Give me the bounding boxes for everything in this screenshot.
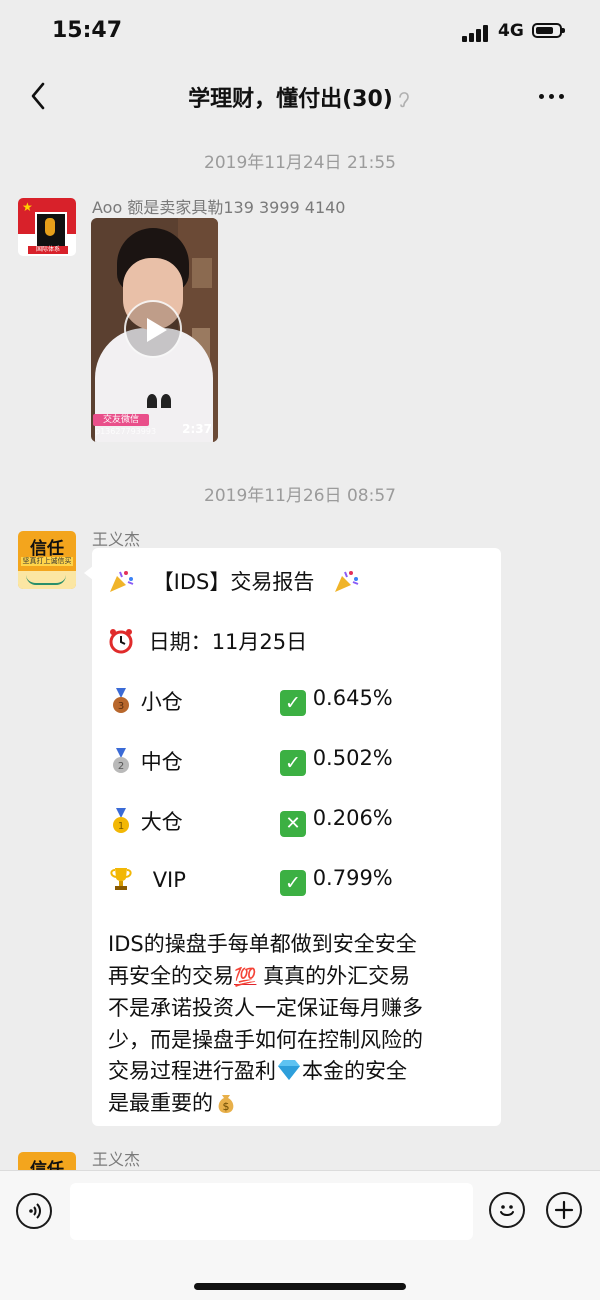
report-row-label: 小仓 bbox=[140, 690, 183, 714]
battery-icon bbox=[532, 23, 565, 38]
money-bag-icon: $ bbox=[218, 1094, 234, 1113]
smiley-icon bbox=[500, 1205, 514, 1216]
check-mark-icon: ✓ bbox=[280, 690, 306, 716]
report-row-value: 0.206% bbox=[312, 806, 393, 830]
paragraph-line: 本金的安全 bbox=[302, 1059, 407, 1083]
paragraph-line: 不是承诺投资人一定保证每月赚多 bbox=[108, 996, 423, 1020]
avatar-subtext: 坚真打上诚信买卖群 bbox=[21, 557, 73, 566]
hundred-points-icon: 💯 bbox=[234, 966, 257, 988]
chat-title: 学理财，懂付出(30) bbox=[0, 81, 600, 113]
report-row-value: 0.645% bbox=[312, 686, 393, 710]
status-bar: 15:47 4G bbox=[0, 0, 600, 64]
video-duration: 2:37 bbox=[182, 422, 212, 436]
avatar[interactable]: 信任 坚真打上诚信买卖群 bbox=[18, 531, 76, 589]
report-title: 【IDS】交易报告 bbox=[152, 570, 315, 594]
report-paragraph: IDS的操盘手每单都做到安全安全 再安全的交易💯 真真的外汇交易 不是承诺投资人… bbox=[108, 929, 488, 1119]
paragraph-line: 交易过程进行盈利 bbox=[108, 1059, 276, 1083]
emoji-button[interactable] bbox=[489, 1192, 525, 1228]
report-date-line: 日期：11月25日 bbox=[108, 626, 307, 656]
report-row-value: 0.799% bbox=[312, 866, 393, 890]
paragraph-line: IDS的操盘手每单都做到安全安全 bbox=[108, 932, 417, 956]
paragraph-line: 再安全的交易 bbox=[108, 963, 234, 988]
sender-name: 王义杰 bbox=[92, 530, 141, 549]
check-mark-icon: ✓ bbox=[280, 870, 306, 896]
chat-title-text: 学理财，懂付出(30) bbox=[188, 87, 393, 112]
report-row-label: 中仓 bbox=[140, 750, 183, 774]
report-date-label: 日期： bbox=[148, 630, 212, 654]
message-timestamp: 2019年11月24日 21:55 bbox=[204, 153, 396, 173]
report-row-label: 大仓 bbox=[140, 810, 183, 834]
cross-mark-icon: ✕ bbox=[280, 811, 306, 837]
svg-text:2: 2 bbox=[118, 761, 124, 772]
chat-header: 学理财，懂付出(30) bbox=[0, 64, 600, 128]
add-button[interactable] bbox=[546, 1192, 582, 1228]
voice-button[interactable] bbox=[16, 1193, 52, 1229]
video-id: p13627793993 bbox=[95, 427, 157, 436]
avatar[interactable]: ★ 国际体系 bbox=[18, 198, 76, 256]
sender-name: 王义杰 bbox=[92, 1150, 141, 1169]
avatar-text: 信任 bbox=[30, 539, 64, 559]
avatar[interactable]: 信任 bbox=[18, 1152, 76, 1172]
ear-icon bbox=[399, 92, 409, 108]
report-row: VIP ✓ 0.799% bbox=[108, 866, 393, 896]
svg-text:$: $ bbox=[223, 1100, 230, 1113]
status-time: 15:47 bbox=[52, 18, 123, 43]
report-row: 2 中仓 ✓ 0.502% bbox=[108, 746, 393, 776]
more-button[interactable] bbox=[532, 84, 572, 108]
report-row-value: 0.502% bbox=[312, 746, 393, 770]
composer-bar bbox=[0, 1170, 600, 1300]
silver-medal-icon: 2 bbox=[113, 748, 129, 773]
plus-icon bbox=[554, 1200, 574, 1220]
bronze-medal-icon: 3 bbox=[113, 688, 129, 713]
report-date: 11月25日 bbox=[211, 630, 308, 654]
signal-icon bbox=[462, 24, 492, 42]
report-title-line: 【IDS】交易报告 bbox=[108, 566, 359, 596]
trophy-icon bbox=[110, 868, 132, 890]
text-message-bubble[interactable]: 【IDS】交易报告 日期：11月25日 3 小仓 ✓ 0.645% 2 中仓 ✓… bbox=[84, 548, 501, 1126]
paragraph-line: 是最重要的 bbox=[108, 1090, 213, 1115]
sender-name: Aoo 额是卖家具勒139 3999 4140 bbox=[92, 198, 346, 217]
home-indicator bbox=[194, 1283, 406, 1290]
video-badge: 交友微信 bbox=[93, 414, 149, 426]
voice-icon bbox=[29, 1203, 41, 1219]
play-icon[interactable] bbox=[124, 300, 182, 358]
video-message[interactable]: 交友微信 p13627793993 2:37 bbox=[91, 218, 218, 442]
report-row-label: VIP bbox=[152, 868, 186, 892]
avatar-label: 国际体系 bbox=[28, 246, 68, 254]
report-row: 3 小仓 ✓ 0.645% bbox=[108, 686, 393, 716]
network-label: 4G bbox=[498, 21, 524, 41]
svg-text:1: 1 bbox=[118, 821, 124, 832]
report-row: 1 大仓 ✕ 0.206% bbox=[108, 806, 393, 837]
message-timestamp: 2019年11月26日 08:57 bbox=[204, 486, 396, 506]
party-popper-icon bbox=[335, 571, 359, 592]
message-input[interactable] bbox=[70, 1183, 473, 1240]
svg-text:3: 3 bbox=[118, 701, 124, 712]
gold-medal-icon: 1 bbox=[113, 808, 129, 833]
alarm-clock-icon bbox=[109, 629, 133, 654]
gem-icon bbox=[278, 1060, 300, 1080]
party-popper-icon bbox=[110, 571, 134, 592]
check-mark-icon: ✓ bbox=[280, 750, 306, 776]
paragraph-line: 真真的外汇交易 bbox=[263, 963, 411, 988]
paragraph-line: 少，而是操盘手如何在控制风险的 bbox=[108, 1027, 423, 1052]
